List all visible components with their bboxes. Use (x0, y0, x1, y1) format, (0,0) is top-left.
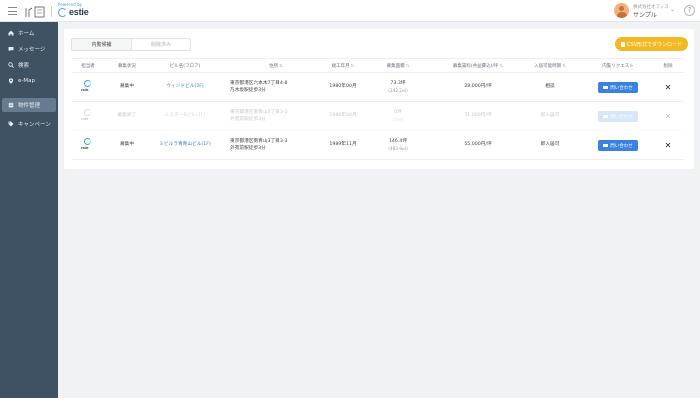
sidebar-item-emap[interactable]: e-Map (2, 74, 56, 88)
column-header[interactable]: 住所⇅ (269, 63, 283, 69)
sidebar-item-label: 検索 (18, 63, 30, 69)
inquiry-label: 問い合わせ (610, 85, 633, 91)
address-cell: 東京都港区南青山3丁目3-3 外苑前駅徒歩3分 (230, 139, 288, 151)
area-cell: 146.4坪 (483.9㎡) (388, 139, 408, 151)
column-header: 削除 (663, 64, 673, 69)
sidebar: ホーム メッセージ 検索 e-Map 物件管理 キャンペーン (0, 22, 58, 398)
building-link[interactable]: ミビルラ青青山ビル(1F) (159, 142, 211, 149)
document-icon (620, 41, 625, 47)
column-header: ビル名(フロア) (169, 64, 201, 69)
table-row: estie 募集中 ウィンドビル(2F) 東京都港区六本木7丁目4-8 乃木坂駅徒… (72, 73, 684, 102)
sidebar-item-home[interactable]: ホーム (2, 26, 56, 40)
company-logo (25, 6, 45, 18)
column-header-label: 募集面積 (386, 64, 405, 69)
csv-download-button[interactable]: CSV形式でダウンロード (615, 37, 688, 51)
rent-cell: 28,000円/坪 (464, 84, 492, 89)
column-header[interactable]: 募集賃料(共益費込)/坪⇅ (453, 63, 503, 69)
chevron-down-icon[interactable]: ⌄ (670, 6, 675, 13)
sidebar-item-campaign[interactable]: キャンペーン (2, 117, 56, 131)
tag-icon (8, 121, 14, 127)
estie-wordmark: estie (69, 7, 89, 17)
rent-cell: 55,000円/坪 (464, 142, 492, 147)
sidebar-item-search[interactable]: 検索 (2, 58, 56, 72)
estie-logo-icon (58, 7, 67, 17)
table-row: estie 募集中 ミビルラ青青山ビル(1F) 東京都港区南青山3丁目3-3 外苑… (72, 131, 684, 160)
status-cell: 募集終了 (117, 113, 137, 118)
column-header-label: 入居可能時期 (534, 64, 562, 69)
column-header-label: 住所 (269, 64, 279, 69)
table-row: estie 募集終了 ミスターBビル(1F) 東京都港区南青山3丁目3-3 外苑前… (72, 102, 684, 131)
sidebar-item-label: キャンペーン (18, 122, 51, 128)
inquiry-button[interactable]: 問い合わせ (598, 140, 638, 151)
table-header: 担当者 募集状況 ビル名(フロア) 住所⇅ 竣工年月⇅ 募集面積⇅ 募集賃料(共… (72, 58, 684, 73)
menu-icon[interactable] (8, 7, 17, 15)
agent-logo: estie (81, 138, 94, 152)
sidebar-item-messages[interactable]: メッセージ (2, 42, 56, 56)
sidebar-item-label: e-Map (18, 78, 35, 84)
building-link[interactable]: ミスターBビル(1F) (165, 113, 206, 120)
sort-icon: ⇅ (562, 64, 566, 69)
address-cell: 東京都港区南青山3丁目3-3 外苑前駅徒歩3分 (230, 110, 288, 122)
tab-viewing-candidates[interactable]: 内覧候補 (71, 38, 131, 51)
inquiry-button[interactable]: 問い合わせ (598, 82, 638, 93)
area-cell: 73.3坪 (242.2㎡) (388, 81, 408, 93)
sort-icon: ⇅ (405, 64, 410, 69)
delete-icon[interactable]: ✕ (665, 113, 672, 121)
rent-cell: 31,000円/坪 (464, 113, 492, 118)
agent-logo: estie (81, 80, 94, 94)
search-icon (8, 62, 14, 68)
column-header: 募集状況 (118, 64, 136, 69)
column-header[interactable]: 募集面積⇅ (387, 63, 410, 69)
mail-icon (603, 85, 609, 90)
agent-logo: estie (81, 109, 94, 123)
building-link[interactable]: ウィンドビル(2F) (166, 84, 203, 91)
avatar[interactable] (614, 3, 629, 18)
status-cell: 募集中 (119, 142, 135, 147)
area-cell: 0坪 (0㎡) (392, 110, 404, 122)
sidebar-item-label: メッセージ (18, 47, 46, 53)
sort-icon: ⇅ (279, 64, 283, 69)
inquiry-button: 問い合わせ (598, 111, 638, 122)
built-date-cell: 1989年11月 (329, 142, 357, 147)
column-header[interactable]: 入居可能時期⇅ (534, 63, 566, 69)
sort-icon: ⇅ (350, 64, 355, 69)
column-header: 内覧リクエスト (602, 64, 634, 69)
inquiry-label: 問い合わせ (610, 143, 633, 149)
move-in-cell: 即入居可 (540, 142, 560, 147)
chat-icon (8, 46, 14, 52)
built-date-cell: 1980年00月 (329, 84, 357, 89)
sidebar-item-label: ホーム (18, 31, 35, 37)
move-in-cell: 即入居可 (540, 113, 560, 118)
top-bar: Powered by estie 株式会社オフィス サンプル ⌄ ? (0, 0, 700, 22)
column-header[interactable]: 竣工年月⇅ (332, 63, 355, 69)
tab-deleted[interactable]: 削除済み (131, 38, 191, 51)
column-header-label: 募集賃料(共益費込)/坪 (452, 64, 499, 69)
building-icon (8, 102, 14, 108)
mail-icon (603, 143, 609, 148)
help-icon[interactable]: ? (684, 5, 695, 16)
built-date-cell: 1980年00月 (329, 113, 357, 118)
delete-icon[interactable]: ✕ (665, 142, 672, 150)
logo-separator (51, 6, 52, 17)
sidebar-item-property-management[interactable]: 物件管理 (2, 98, 56, 112)
inquiry-label: 問い合わせ (610, 114, 633, 120)
column-header: 担当者 (81, 64, 95, 69)
delete-icon[interactable]: ✕ (665, 84, 672, 92)
location-icon (8, 78, 14, 84)
csv-download-label: CSV形式でダウンロード (626, 41, 683, 48)
mail-icon (603, 114, 609, 119)
address-cell: 東京都港区六本木7丁目4-8 乃木坂駅徒歩3分 (230, 81, 288, 93)
user-name[interactable]: サンプル (633, 10, 657, 19)
sidebar-item-label: 物件管理 (18, 103, 41, 109)
tab-bar: 内覧候補 削除済み (71, 38, 191, 51)
move-in-cell: 相談 (545, 84, 555, 89)
sort-icon: ⇅ (499, 64, 504, 69)
estie-logo: estie (58, 7, 89, 17)
column-header-label: 竣工年月 (331, 64, 350, 69)
home-icon (8, 30, 14, 36)
status-cell: 募集中 (119, 84, 135, 89)
